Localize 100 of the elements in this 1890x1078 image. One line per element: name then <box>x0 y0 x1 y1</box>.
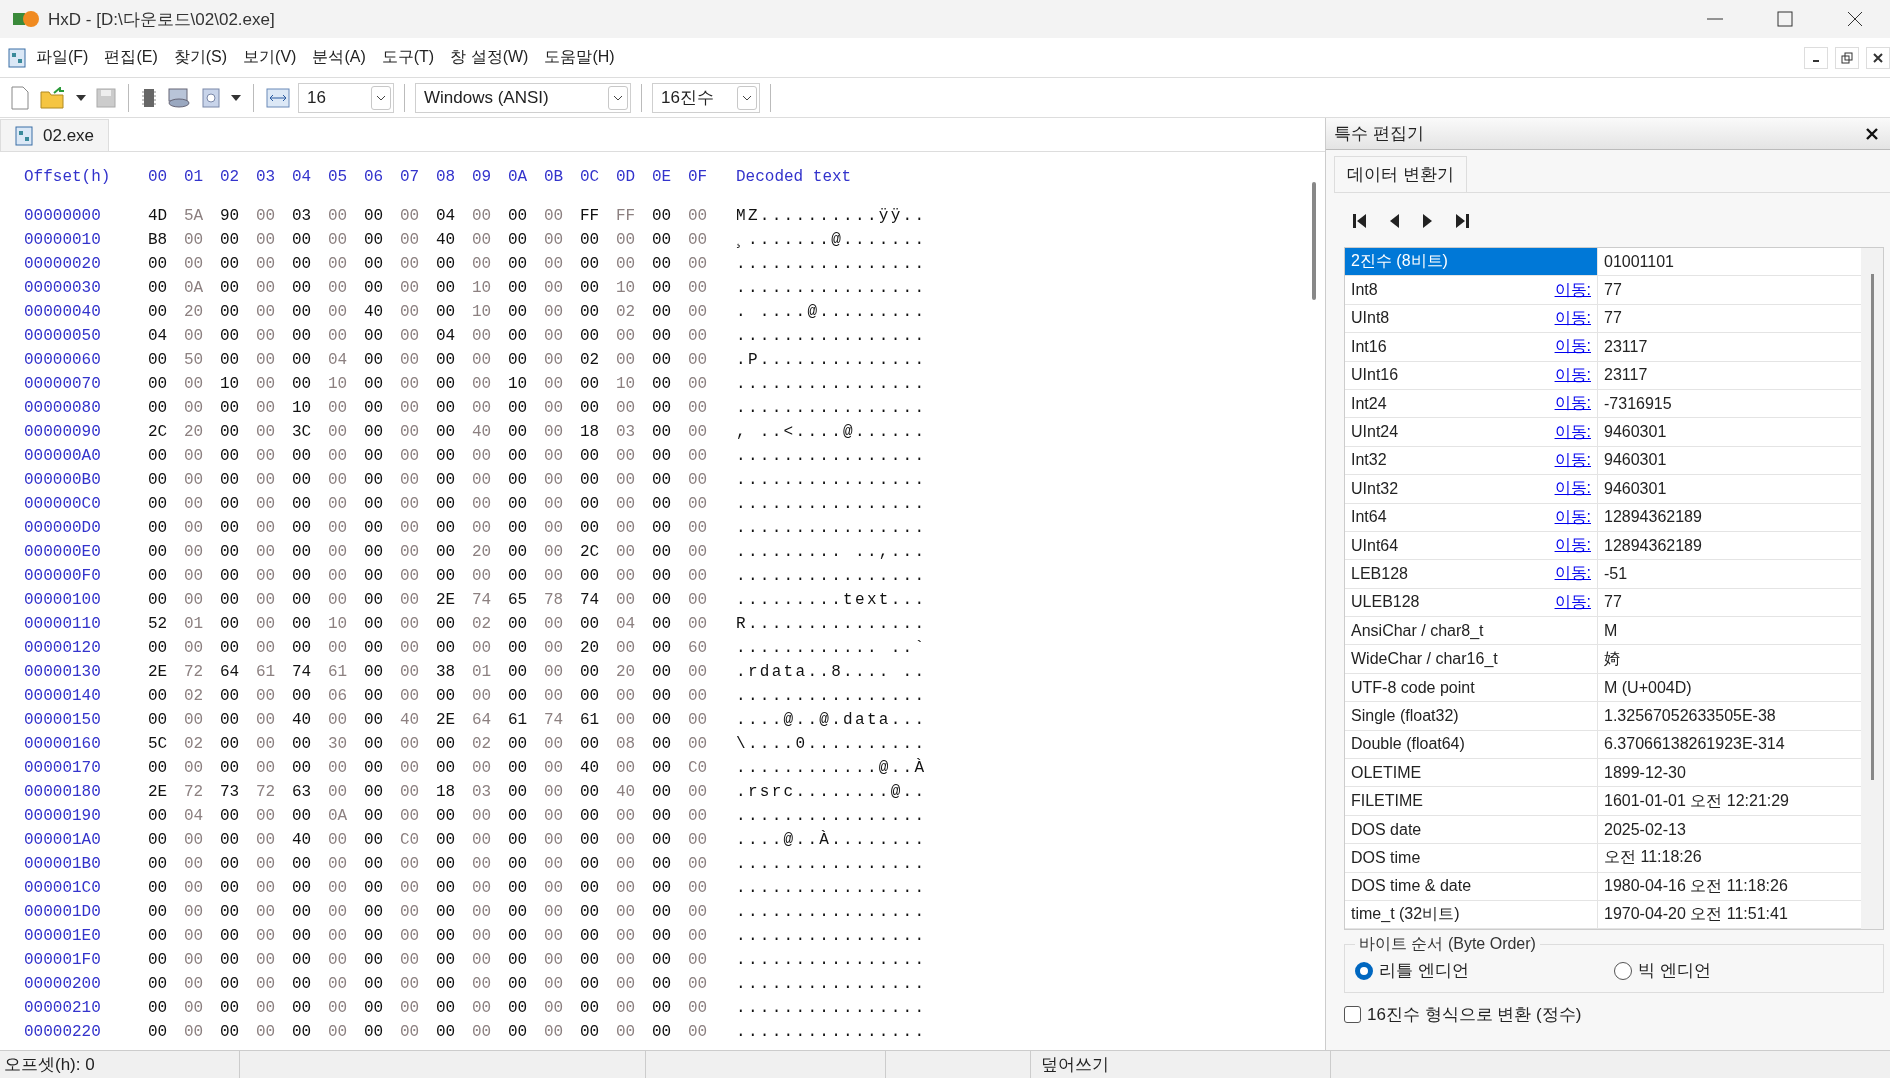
value-cell[interactable]: 77 <box>1598 588 1861 617</box>
byte-cell-text: 00 <box>544 567 565 585</box>
goto-link[interactable]: 이동: <box>1554 563 1591 585</box>
menu-item[interactable]: 창 설정(W) <box>444 43 535 72</box>
radio-option[interactable]: 리틀 엔디언 <box>1355 959 1614 983</box>
byte-cell-text: 00 <box>184 375 205 393</box>
value-cell[interactable]: 9460301 <box>1598 475 1861 503</box>
value-cell[interactable]: 77 <box>1598 276 1861 304</box>
radio-option[interactable]: 빅 엔디언 <box>1614 959 1873 983</box>
byte-cell-text: 00 <box>184 855 205 873</box>
byte-cell-text: 00 <box>508 279 529 297</box>
close-icon[interactable] <box>1864 125 1880 142</box>
decoded-text: ................ <box>736 447 927 465</box>
bytes-per-row-icon[interactable] <box>264 85 292 110</box>
value-cell[interactable]: 1899-12-30 <box>1598 759 1861 787</box>
scrollbar-thumb[interactable] <box>1312 182 1316 300</box>
byte-cell-text: 40 <box>616 783 637 801</box>
value-cell[interactable]: 12894362189 <box>1598 531 1861 560</box>
bytes-per-row-dropdown[interactable]: 16 <box>298 82 394 113</box>
goto-link[interactable]: 이동: <box>1554 535 1591 557</box>
value-cell[interactable]: M <box>1598 617 1861 645</box>
value-cell[interactable]: 9460301 <box>1598 418 1861 446</box>
goto-link[interactable]: 이동: <box>1554 421 1591 443</box>
byte-cell-text: 00 <box>436 471 457 489</box>
value-cell[interactable]: 6.37066138261923E-314 <box>1598 730 1861 759</box>
minimize-icon[interactable] <box>1804 46 1828 69</box>
value-cell[interactable]: 2025-02-13 <box>1598 815 1861 844</box>
byte-cell-text: 00 <box>364 711 385 729</box>
byte-cell-text: 00 <box>688 519 709 537</box>
scrollbar-thumb[interactable] <box>1870 274 1874 780</box>
menu-item[interactable]: 찾기(S) <box>167 43 234 72</box>
value-cell[interactable]: M (U+004D) <box>1598 673 1861 702</box>
byte-cell-text: 00 <box>364 735 385 753</box>
radio-icon[interactable] <box>1355 961 1373 980</box>
byte-cell-text: 00 <box>616 879 637 897</box>
goto-link[interactable]: 이동: <box>1554 364 1591 386</box>
document-tab[interactable]: 02.exe <box>0 119 110 151</box>
menu-item[interactable]: 도구(T) <box>375 43 441 72</box>
byte-cell-text: 00 <box>184 399 205 417</box>
display-mode-dropdown[interactable]: 16진수 <box>652 82 760 113</box>
byte-cell-text: 00 <box>616 255 637 273</box>
encoding-dropdown[interactable]: Windows (ANSI) <box>415 82 631 113</box>
dropdown-caret-icon[interactable] <box>229 92 243 103</box>
byte-cell-text: 00 <box>220 591 241 609</box>
restore-icon[interactable] <box>1835 46 1859 69</box>
byte-cell-text: 74 <box>472 591 493 609</box>
value-cell[interactable]: 1980-04-16 오전 11:18:26 <box>1598 872 1861 900</box>
byte-cell-text: 00 <box>148 375 169 393</box>
byte-cell-text: 00 <box>472 831 493 849</box>
chevron-down-icon[interactable] <box>742 94 752 101</box>
byte-cell-text: 00 <box>220 255 241 273</box>
goto-link[interactable]: 이동: <box>1554 449 1591 471</box>
byte-cell-text: 00 <box>616 591 637 609</box>
menu-item[interactable]: 파일(F) <box>30 43 95 72</box>
panel-tab[interactable]: 데이터 변환기 <box>1334 156 1467 192</box>
goto-link[interactable]: 이동: <box>1554 307 1591 329</box>
byte-cell-text: 72 <box>184 663 205 681</box>
byte-cell-text: 00 <box>688 447 709 465</box>
goto-link[interactable]: 이동: <box>1554 478 1591 500</box>
value-cell[interactable]: 婍 <box>1598 645 1861 673</box>
menu-item[interactable]: 편집(E) <box>98 43 164 72</box>
value-cell[interactable]: 23117 <box>1598 361 1861 389</box>
byte-cell-text: 00 <box>220 543 241 561</box>
value-cell[interactable]: 1.32567052633505E-38 <box>1598 702 1861 730</box>
byte-cell-text: 00 <box>364 279 385 297</box>
menu-item[interactable]: 도움말(H) <box>538 43 621 72</box>
value-cell[interactable]: 01001101 <box>1598 248 1861 276</box>
byte-cell-text: B8 <box>148 231 169 249</box>
byte-cell-text: 00 <box>400 759 421 777</box>
value-cell[interactable]: -7316915 <box>1598 389 1861 418</box>
value-cell[interactable]: 23117 <box>1598 333 1861 361</box>
menu-item[interactable]: 보기(V) <box>237 43 303 72</box>
goto-link[interactable]: 이동: <box>1554 591 1591 613</box>
byte-cell-text: 03 <box>472 783 493 801</box>
byte-cell-text: 00 <box>256 711 277 729</box>
close-icon[interactable] <box>1866 46 1890 69</box>
value-cell[interactable]: 1601-01-01 오전 12:21:29 <box>1598 787 1861 815</box>
chevron-down-icon[interactable] <box>613 94 623 101</box>
byte-cell-text: 01 <box>184 615 205 633</box>
radio-icon[interactable] <box>1614 961 1632 980</box>
goto-link[interactable]: 이동: <box>1554 393 1591 415</box>
value-cell[interactable]: 77 <box>1598 304 1861 333</box>
value-cell[interactable]: 12894362189 <box>1598 503 1861 531</box>
inspector-label-cell[interactable]: 2진수 (8비트) <box>1345 248 1598 276</box>
goto-link[interactable]: 이동: <box>1554 279 1591 301</box>
byte-cell-text: 00 <box>688 567 709 585</box>
menu-item[interactable]: 분석(A) <box>306 43 372 72</box>
dropdown-caret-icon[interactable] <box>74 92 88 103</box>
goto-link[interactable]: 이동: <box>1554 506 1591 528</box>
value-cell[interactable]: -51 <box>1598 560 1861 588</box>
value-cell[interactable]: 1970-04-20 오전 11:51:41 <box>1598 901 1861 929</box>
goto-link[interactable]: 이동: <box>1554 336 1591 358</box>
value-cell[interactable]: 오전 11:18:26 <box>1598 844 1861 872</box>
byte-cell-text: 00 <box>436 735 457 753</box>
checkbox[interactable] <box>1344 1006 1361 1024</box>
chevron-down-icon[interactable] <box>376 94 386 101</box>
byte-cell-text: 61 <box>580 711 601 729</box>
value-cell[interactable]: 9460301 <box>1598 446 1861 475</box>
byte-cell-text: 00 <box>544 951 565 969</box>
column-heading: 08 <box>436 168 457 186</box>
